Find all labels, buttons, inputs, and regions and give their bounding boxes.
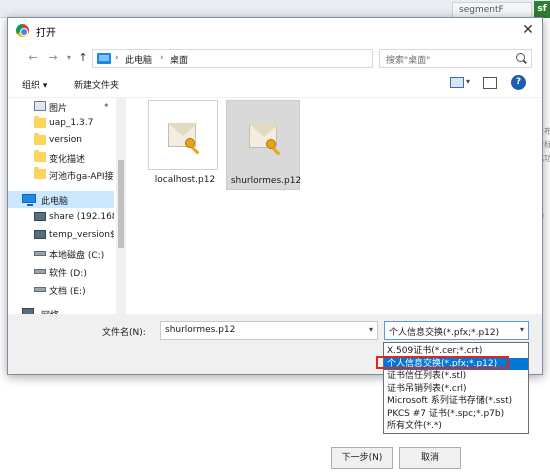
certificate-icon xyxy=(229,101,299,171)
folder-icon xyxy=(34,133,46,145)
view-dropdown-icon[interactable]: ▾ xyxy=(466,77,470,86)
filename-field[interactable]: shurlormes.p12 ▾ xyxy=(160,321,378,340)
folder-icon xyxy=(34,116,46,128)
nav-item-label: 此电脑 xyxy=(41,197,69,207)
view-mode-icon[interactable] xyxy=(450,77,464,88)
folder-icon xyxy=(34,167,46,179)
nav-item-label: version xyxy=(49,135,82,145)
chrome-icon xyxy=(16,24,29,37)
this-pc-icon xyxy=(97,53,111,64)
breadcrumb-separator: › xyxy=(160,53,164,63)
folder-icon xyxy=(34,150,46,162)
filename-value: shurlormes.p12 xyxy=(165,325,236,335)
drive-icon xyxy=(34,251,46,256)
back-arrow-icon[interactable]: ← xyxy=(26,50,40,66)
nav-item-version[interactable]: version xyxy=(8,132,114,149)
navigation-pane: 图片 ✦ uap_1.3.7 version 变化描述 河池市ga-API接 此… xyxy=(8,98,126,314)
file-type-value: 个人信息交换(*.pfx;*.p12) xyxy=(389,328,500,338)
nav-item-this-pc[interactable]: 此电脑 xyxy=(8,191,114,208)
nav-scrollbar-thumb[interactable] xyxy=(118,160,124,248)
filename-dropdown-icon[interactable]: ▾ xyxy=(369,325,373,334)
breadcrumb-separator: › xyxy=(115,53,119,63)
search-icon[interactable] xyxy=(516,53,525,62)
forward-arrow-icon[interactable]: → xyxy=(46,50,60,66)
breadcrumb-desktop[interactable]: 桌面 xyxy=(170,53,188,66)
nav-item-pictures[interactable]: 图片 ✦ xyxy=(8,98,114,115)
nav-item-label: 文档 (E:) xyxy=(49,287,86,297)
dialog-titlebar: 打开 ✕ xyxy=(8,18,542,46)
dialog-title: 打开 xyxy=(36,28,56,39)
chevron-down-icon[interactable]: ▾ xyxy=(520,325,524,334)
drive-icon xyxy=(34,269,46,274)
new-folder-button[interactable]: 新建文件夹 xyxy=(74,78,119,91)
network-drive-icon xyxy=(34,230,46,239)
file-type-option[interactable]: 证书信任列表(*.stl) xyxy=(384,370,528,383)
organize-button[interactable]: 组织 ▾ xyxy=(22,78,47,91)
nav-item-label: 河池市ga-API接 xyxy=(49,172,114,182)
up-arrow-icon[interactable]: ↑ xyxy=(76,50,90,66)
search-placeholder: 搜索"桌面" xyxy=(386,56,431,66)
nav-item-label: 本地磁盘 (C:) xyxy=(49,251,105,261)
nav-item-label: uap_1.3.7 xyxy=(49,118,94,128)
search-box[interactable]: 搜索"桌面" xyxy=(379,49,532,68)
file-type-select[interactable]: 个人信息交换(*.pfx;*.p12) ▾ xyxy=(384,321,529,340)
file-type-option[interactable]: 所有文件(*.*) xyxy=(384,420,528,433)
highlight-annotation-box xyxy=(376,356,509,369)
nav-item-hechi-api[interactable]: 河池市ga-API接 xyxy=(8,166,114,183)
open-file-dialog: 打开 ✕ ← → ▾ ↑ › 此电脑 › 桌面 ▾ ↻ 搜索"桌面" 组织 ▾ … xyxy=(7,17,543,375)
key-icon xyxy=(185,138,195,148)
help-icon[interactable]: ? xyxy=(511,75,526,90)
nav-item-label: 图片 xyxy=(49,104,68,114)
background-tab[interactable]: segmentF xyxy=(452,2,532,18)
preview-pane-icon[interactable] xyxy=(483,77,497,89)
file-type-option[interactable]: 证书吊销列表(*.crl) xyxy=(384,383,528,396)
file-type-option[interactable]: Microsoft 系列证书存储(*.sst) xyxy=(384,395,528,408)
background-badge: sf xyxy=(534,1,550,18)
nav-item-uap[interactable]: uap_1.3.7 xyxy=(8,115,114,132)
nav-item-drive-e[interactable]: 文档 (E:) xyxy=(8,281,114,298)
network-drive-icon xyxy=(34,212,46,221)
recent-dropdown-icon[interactable]: ▾ xyxy=(62,50,76,66)
file-type-option[interactable]: PKCS #7 证书(*.spc;*.p7b) xyxy=(384,408,528,421)
filename-label: 文件名(N): xyxy=(102,328,146,338)
nav-item-change-description[interactable]: 变化描述 xyxy=(8,149,114,166)
pictures-icon xyxy=(34,101,46,111)
key-icon xyxy=(266,139,276,149)
file-list: localhost.p12 shurlormes.p12 xyxy=(130,98,542,314)
certificate-icon xyxy=(148,100,218,170)
next-button[interactable]: 下一步(N) xyxy=(331,447,393,469)
file-item-shurlormes[interactable]: shurlormes.p12 xyxy=(226,100,301,190)
dialog-toolbar: 组织 ▾ 新建文件夹 ▾ ? xyxy=(8,72,542,98)
navigation-row: ← → ▾ ↑ › 此电脑 › 桌面 ▾ ↻ 搜索"桌面" xyxy=(8,46,542,72)
pin-icon[interactable]: ✦ xyxy=(103,101,110,110)
nav-item-temp-version[interactable]: temp_version$ xyxy=(8,227,114,244)
file-name: shurlormes.p12 xyxy=(230,176,302,186)
file-item-localhost[interactable]: localhost.p12 xyxy=(146,100,220,190)
drive-icon xyxy=(34,287,46,292)
file-name: localhost.p12 xyxy=(154,175,216,185)
nav-item-network[interactable]: 网络 xyxy=(8,305,114,314)
nav-item-label: 变化描述 xyxy=(49,155,86,165)
nav-item-label: temp_version$ xyxy=(49,230,114,240)
breadcrumb-this-pc[interactable]: 此电脑 xyxy=(125,53,152,66)
computer-icon xyxy=(22,194,36,206)
nav-item-label: 软件 (D:) xyxy=(49,269,87,279)
nav-item-share[interactable]: share (192.168 xyxy=(8,209,114,226)
address-bar[interactable]: › 此电脑 › 桌面 ▾ ↻ xyxy=(92,49,452,68)
close-icon[interactable]: ✕ xyxy=(518,20,538,40)
nav-item-label: share (192.168 xyxy=(49,212,114,222)
cancel-button[interactable]: 取消 xyxy=(399,447,461,469)
nav-item-drive-d[interactable]: 软件 (D:) xyxy=(8,263,114,280)
nav-item-drive-c[interactable]: 本地磁盘 (C:) xyxy=(8,245,114,262)
